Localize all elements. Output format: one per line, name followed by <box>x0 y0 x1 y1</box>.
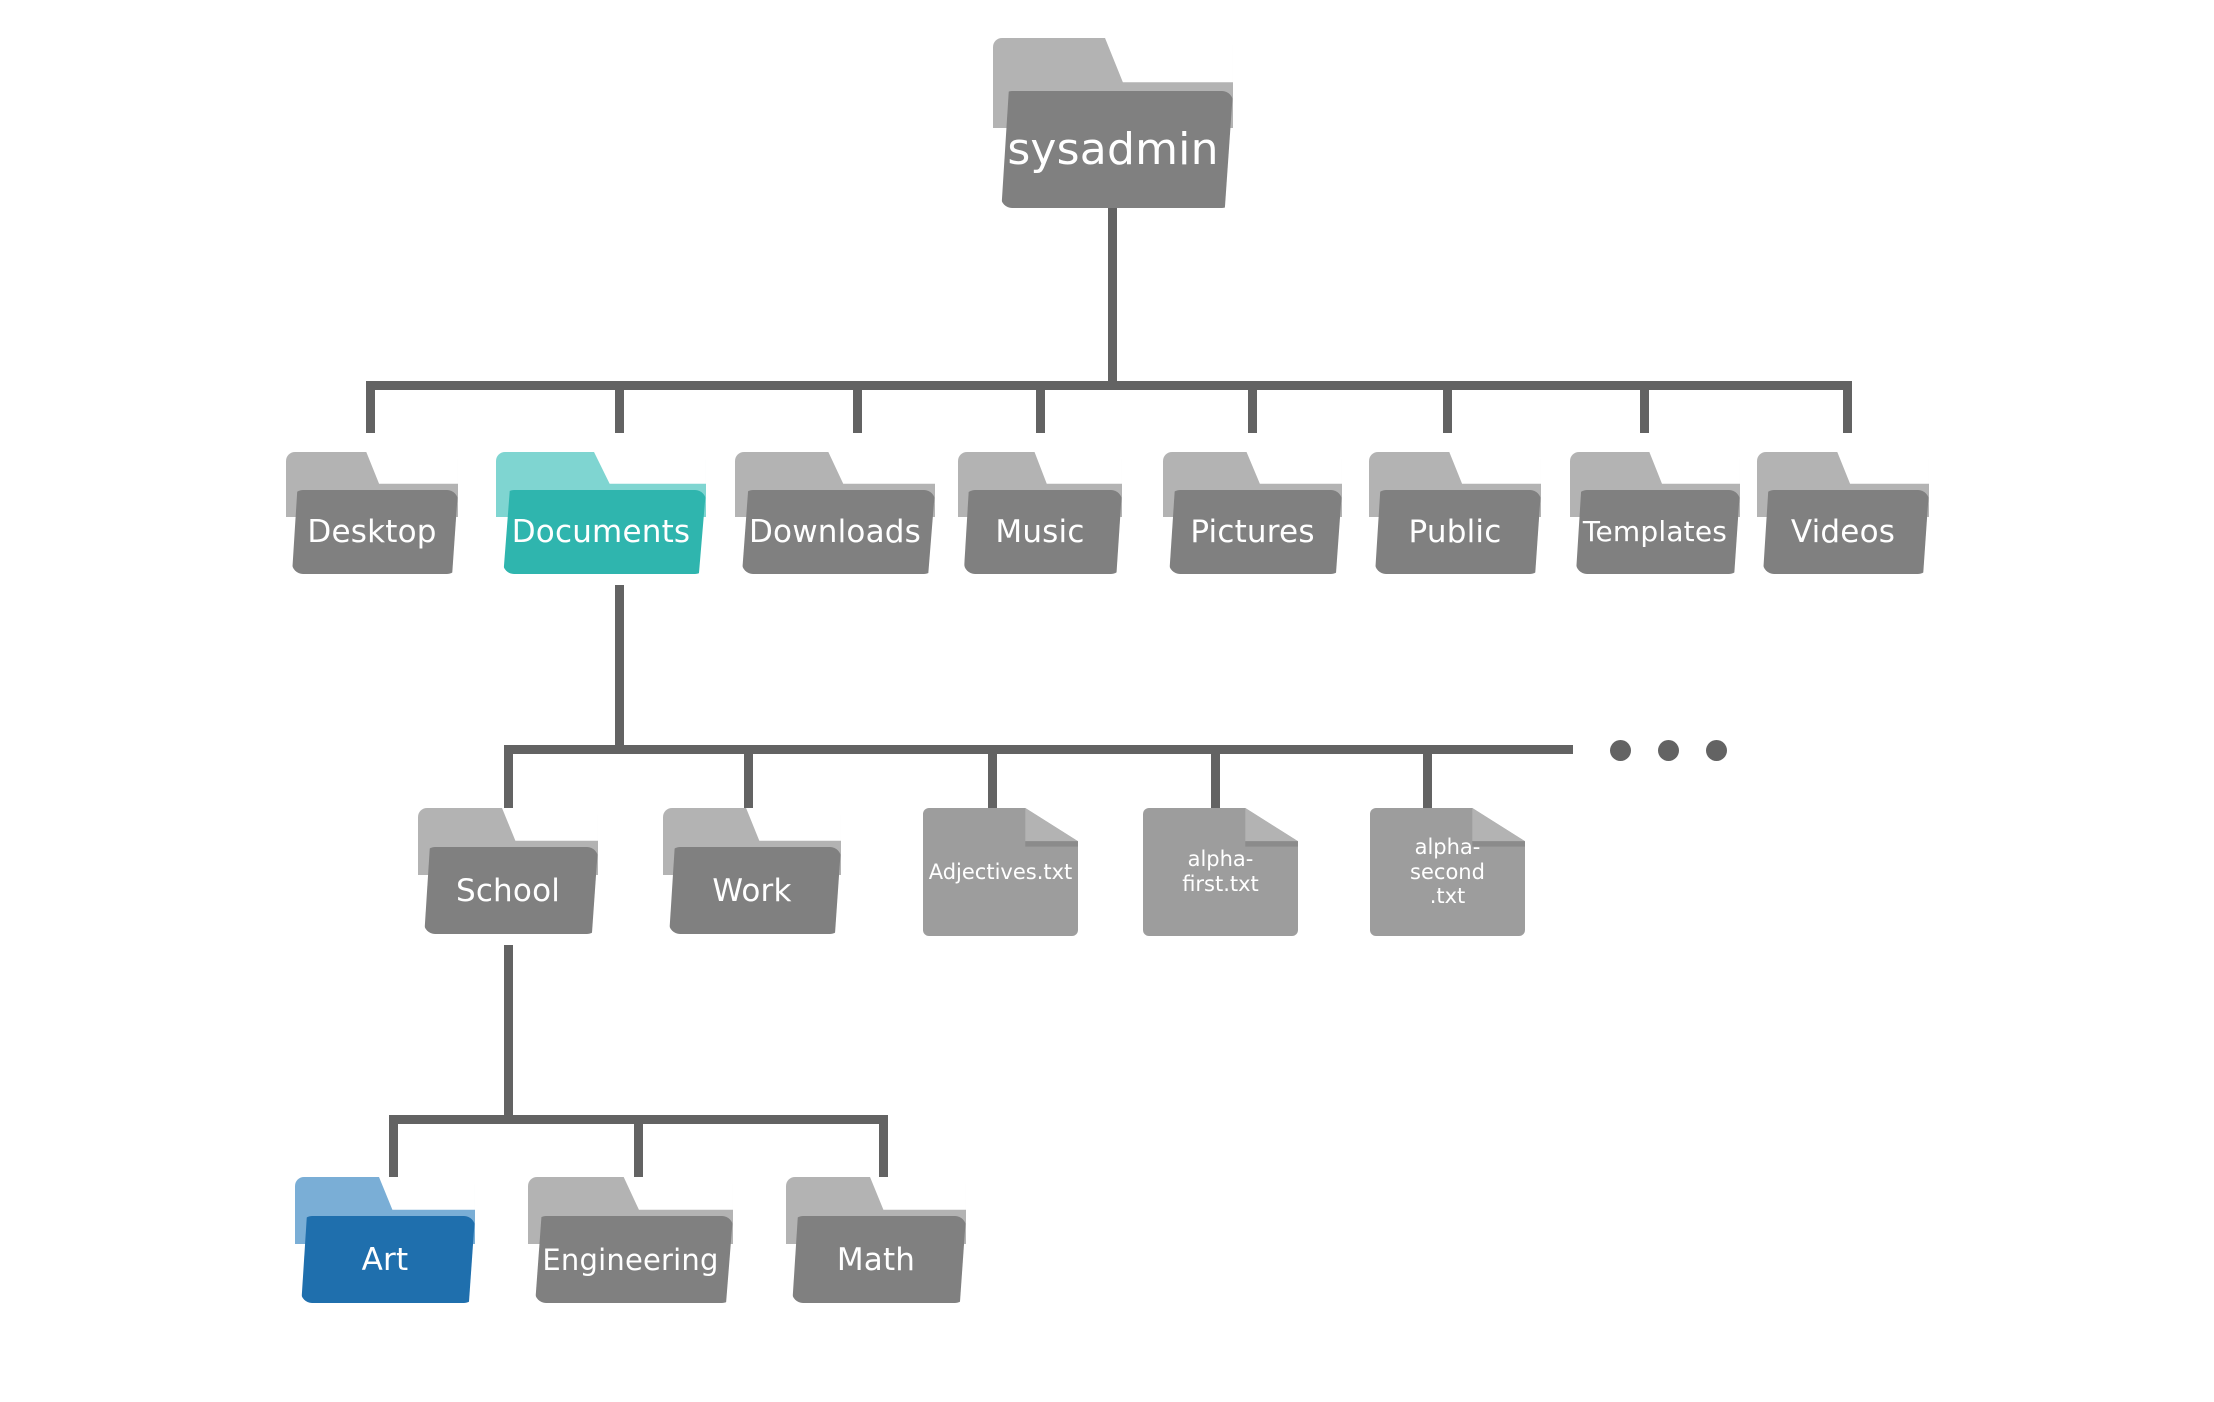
connector-root-vertical <box>1108 205 1117 381</box>
connector-stub-school <box>504 745 513 808</box>
node-downloads[interactable]: Downloads <box>735 452 935 574</box>
node-engineering[interactable]: Engineering <box>528 1177 733 1303</box>
node-work[interactable]: Work <box>663 808 841 934</box>
node-art[interactable]: Art <box>295 1177 475 1303</box>
connector-stub-videos <box>1843 381 1852 433</box>
connector-level3-bar <box>504 745 1573 754</box>
node-documents[interactable]: Documents <box>496 452 706 574</box>
folder-front <box>742 489 935 574</box>
folder-front <box>503 489 706 574</box>
folder-front <box>1001 90 1233 208</box>
level3-overflow-ellipsis <box>1610 740 1727 761</box>
connector-stub-documents <box>615 381 624 433</box>
folder-front <box>963 489 1122 574</box>
node-videos[interactable]: Videos <box>1757 452 1929 574</box>
connector-level2-bar <box>366 381 1852 390</box>
connector-stub-downloads <box>853 381 862 433</box>
connector-stub-engineering <box>634 1115 643 1177</box>
connector-stub-math <box>879 1115 888 1177</box>
connector-stub-music <box>1036 381 1045 433</box>
connector-stub-art <box>389 1115 398 1177</box>
node-alpha-second-txt[interactable]: alpha-second .txt <box>1370 808 1525 936</box>
ellipsis-dot <box>1610 740 1631 761</box>
folder-front <box>669 847 841 934</box>
node-music[interactable]: Music <box>958 452 1122 574</box>
connector-stub-adjectives <box>988 745 997 808</box>
file-fold-corner-icon <box>1245 808 1298 842</box>
folder-front <box>1169 489 1342 574</box>
connector-stub-alpha-second <box>1423 745 1432 808</box>
node-desktop[interactable]: Desktop <box>286 452 458 574</box>
node-sysadmin[interactable]: sysadmin <box>993 38 1233 208</box>
folder-front <box>792 1216 966 1303</box>
folder-front <box>424 847 598 934</box>
node-alpha-first-txt[interactable]: alpha-first.txt <box>1143 808 1298 936</box>
node-school[interactable]: School <box>418 808 598 934</box>
connector-school-vertical <box>504 945 513 1115</box>
node-public[interactable]: Public <box>1369 452 1541 574</box>
connector-stub-work <box>744 745 753 808</box>
connector-stub-desktop <box>366 381 375 433</box>
folder-front <box>1375 489 1541 574</box>
file-fold-corner-icon <box>1025 808 1078 842</box>
node-pictures[interactable]: Pictures <box>1163 452 1342 574</box>
node-templates[interactable]: Templates <box>1570 452 1740 574</box>
connector-stub-pictures <box>1248 381 1257 433</box>
node-math[interactable]: Math <box>786 1177 966 1303</box>
connector-documents-vertical <box>615 585 624 745</box>
folder-front <box>535 1216 733 1303</box>
connector-stub-public <box>1443 381 1452 433</box>
folder-front <box>301 1216 475 1303</box>
ellipsis-dot <box>1706 740 1727 761</box>
connector-stub-templates <box>1640 381 1649 433</box>
filesystem-tree-diagram: sysadmin Desktop Documents Downloads Mus… <box>0 0 2214 1402</box>
folder-front <box>292 489 458 574</box>
file-fold-corner-icon <box>1472 808 1525 842</box>
node-adjectives-txt[interactable]: Adjectives.txt <box>923 808 1078 936</box>
ellipsis-dot <box>1658 740 1679 761</box>
folder-front <box>1575 489 1740 574</box>
connector-stub-alpha-first <box>1211 745 1220 808</box>
folder-front <box>1763 489 1929 574</box>
